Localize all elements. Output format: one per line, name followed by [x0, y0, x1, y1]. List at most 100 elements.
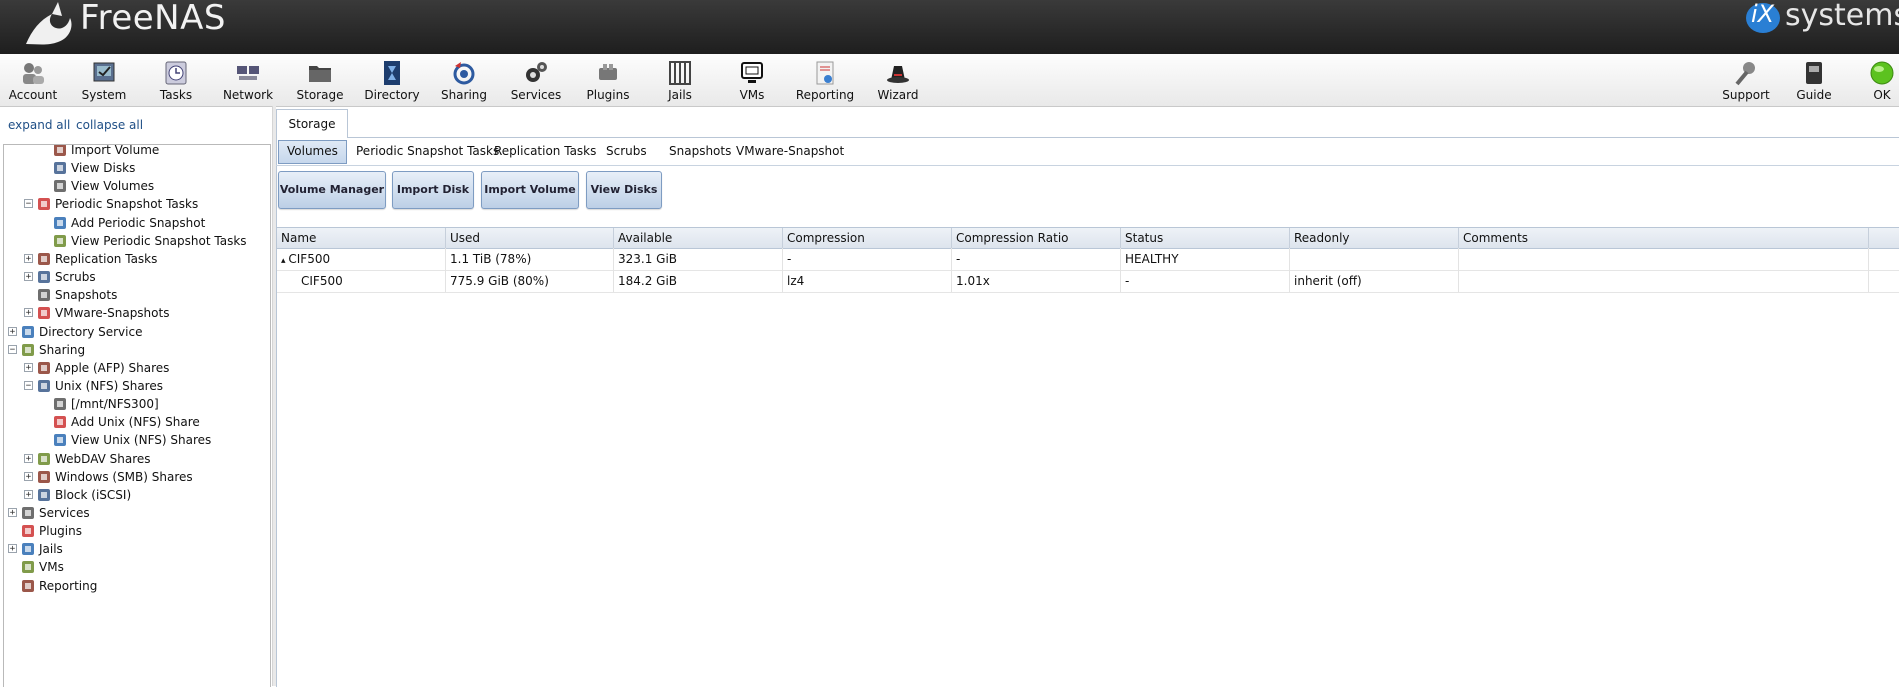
column-header-status[interactable]: Status — [1121, 228, 1290, 248]
tree-node-icon — [22, 343, 34, 356]
subtab-vmware-snapshot[interactable]: VMware-Snapshot — [728, 140, 852, 162]
collapse-icon[interactable]: − — [24, 199, 33, 209]
volume-manager-button[interactable]: Volume Manager — [278, 171, 386, 209]
expand-icon[interactable]: + — [24, 308, 33, 318]
cell-compression: - — [783, 248, 952, 270]
guide-icon — [1806, 62, 1822, 84]
tree-node-icon — [54, 162, 66, 175]
tree-node-icon — [54, 398, 66, 411]
vms-icon — [741, 62, 763, 83]
tree-node-icon — [54, 416, 66, 429]
expand-icon[interactable]: + — [24, 471, 33, 481]
cell-status: - — [1121, 270, 1290, 292]
sharing-icon — [453, 62, 475, 85]
column-header-comments[interactable]: Comments — [1459, 228, 1869, 248]
tab-storage[interactable]: Storage — [276, 109, 348, 138]
system-icon — [93, 62, 115, 82]
jails-icon — [669, 61, 691, 85]
tree-node-icon — [54, 434, 66, 447]
toolbar-tasks[interactable]: Tasks — [141, 58, 211, 102]
expand-icon[interactable]: + — [24, 272, 33, 282]
expand-icon[interactable]: + — [24, 253, 33, 263]
toolbar-vms[interactable]: VMs — [717, 58, 787, 102]
view-disks-button[interactable]: View Disks — [586, 171, 662, 209]
toolbar-directory[interactable]: Directory — [357, 58, 427, 102]
column-header-name[interactable]: Name — [277, 228, 446, 248]
toolbar-reporting[interactable]: Reporting — [790, 58, 860, 102]
cell-status: HEALTHY — [1121, 248, 1290, 270]
tree-node-icon — [22, 561, 34, 574]
table-row[interactable]: ▴ CIF500 1.1 TiB (78%) 323.1 GiB - - HEALTHY — [277, 248, 1899, 271]
tree-node-icon — [38, 198, 50, 211]
status-ok-icon — [1870, 61, 1894, 85]
collapse-all-link[interactable]: collapse all — [76, 118, 143, 132]
tree-node-icon — [54, 234, 66, 247]
services-icon — [526, 62, 547, 82]
toolbar-services[interactable]: Services — [501, 58, 571, 102]
expand-icon[interactable]: + — [8, 326, 17, 336]
subtab-periodic-snapshot-tasks[interactable]: Periodic Snapshot Tasks — [348, 140, 507, 162]
expand-icon[interactable]: + — [24, 362, 33, 372]
table-row[interactable]: CIF500 775.9 GiB (80%) 184.2 GiB lz4 1.01x - i… — [277, 270, 1899, 293]
expand-all-link[interactable]: expand all — [8, 118, 70, 132]
network-icon — [237, 66, 259, 80]
tree-item-reporting[interactable]: Reporting — [4, 575, 270, 597]
column-header-used[interactable]: Used — [446, 228, 614, 248]
column-header-readonly[interactable]: Readonly — [1290, 228, 1459, 248]
toolbar-account[interactable]: Account — [0, 58, 68, 102]
subtab-scrubs[interactable]: Scrubs — [598, 140, 655, 162]
company-name: systems — [1785, 0, 1899, 33]
tree-node-icon — [22, 507, 34, 519]
expand-icon[interactable]: + — [24, 489, 33, 499]
toolbar-plugins[interactable]: Plugins — [573, 58, 643, 102]
toolbar-storage[interactable]: Storage — [285, 58, 355, 102]
collapse-icon[interactable]: − — [24, 380, 33, 390]
expand-icon[interactable]: + — [24, 453, 33, 463]
tree-node-icon — [54, 145, 66, 156]
tree-node-icon — [38, 452, 50, 465]
toolbar-support[interactable]: Support — [1711, 58, 1781, 102]
plugins-icon — [599, 64, 617, 80]
tree-node-icon — [22, 325, 34, 338]
column-header-available[interactable]: Available — [614, 228, 783, 248]
tab-panel — [276, 137, 1899, 687]
import-volume-button[interactable]: Import Volume — [481, 171, 579, 209]
tree-node-icon — [38, 271, 50, 284]
import-disk-button[interactable]: Import Disk — [392, 171, 474, 209]
directory-icon — [384, 61, 400, 85]
subtab-replication-tasks[interactable]: Replication Tasks — [486, 140, 604, 162]
ixsystems-logo: iX systems — [1745, 0, 1899, 40]
subtab-volumes[interactable]: Volumes — [278, 140, 347, 164]
main-toolbar: Account System Tasks Network Storage Dir… — [0, 54, 1899, 107]
account-icon — [23, 63, 44, 84]
toolbar-sharing[interactable]: Sharing — [429, 58, 499, 102]
main-content: Storage Volumes Periodic Snapshot Tasks … — [276, 106, 1899, 687]
tree-node-icon — [38, 307, 50, 320]
column-header-compression-ratio[interactable]: Compression Ratio — [952, 228, 1121, 248]
cell-available: 323.1 GiB — [614, 248, 783, 270]
tree-node-icon — [38, 379, 50, 392]
tasks-icon — [165, 61, 187, 85]
tree-item-label: Reporting — [39, 578, 98, 593]
collapse-icon[interactable]: − — [8, 344, 17, 354]
tree-node-icon — [38, 361, 50, 374]
cell-used: 1.1 TiB (78%) — [446, 248, 614, 270]
tree-node-icon — [22, 525, 34, 538]
ix-prefix: iX — [1751, 0, 1775, 28]
column-header-compression[interactable]: Compression — [783, 228, 952, 248]
cell-readonly — [1290, 248, 1459, 270]
toolbar-network[interactable]: Network — [213, 58, 283, 102]
cell-name: CIF500 — [277, 270, 446, 292]
toolbar-alert-ok[interactable]: OK — [1847, 58, 1899, 102]
toolbar-wizard[interactable]: Wizard — [863, 58, 933, 102]
toolbar-jails[interactable]: Jails — [645, 58, 715, 102]
storage-icon — [309, 66, 331, 82]
brand-name: FreeNAS — [80, 0, 226, 38]
cell-comments — [1459, 270, 1869, 292]
toolbar-system[interactable]: System — [69, 58, 139, 102]
expand-icon[interactable]: + — [8, 508, 17, 518]
expand-icon[interactable]: + — [8, 544, 17, 554]
toolbar-guide[interactable]: Guide — [1779, 58, 1849, 102]
cell-available: 184.2 GiB — [614, 270, 783, 292]
tree-node-icon — [54, 180, 66, 193]
